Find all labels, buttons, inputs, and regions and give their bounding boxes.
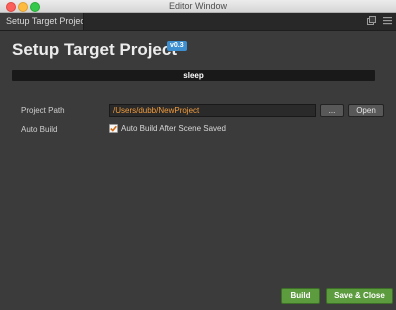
save-close-button[interactable]: Save & Close	[326, 288, 393, 304]
window-title: Editor Window	[168, 1, 228, 11]
auto-build-checkbox[interactable]	[109, 124, 118, 133]
menu-icon[interactable]	[383, 16, 392, 25]
status-bar: sleep	[12, 70, 375, 81]
project-path-field[interactable]: /Users/dubb/NewProject	[109, 104, 316, 117]
window-popout-icon[interactable]	[367, 16, 376, 25]
build-button[interactable]: Build	[281, 288, 320, 304]
title-bar: Editor Window	[0, 0, 396, 13]
browse-button[interactable]: ...	[320, 104, 344, 117]
tab-bar: Setup Target Project	[0, 13, 396, 31]
tab-setup-target-project[interactable]: Setup Target Project	[0, 13, 84, 30]
auto-build-option-label[interactable]: Auto Build After Scene Saved	[121, 124, 226, 133]
project-path-label: Project Path	[21, 106, 65, 115]
auto-build-label: Auto Build	[21, 125, 58, 134]
page-title: Setup Target Project	[12, 40, 177, 59]
version-badge: v0.3	[167, 41, 187, 51]
open-button[interactable]: Open	[348, 104, 384, 117]
checkmark-icon	[110, 125, 117, 132]
